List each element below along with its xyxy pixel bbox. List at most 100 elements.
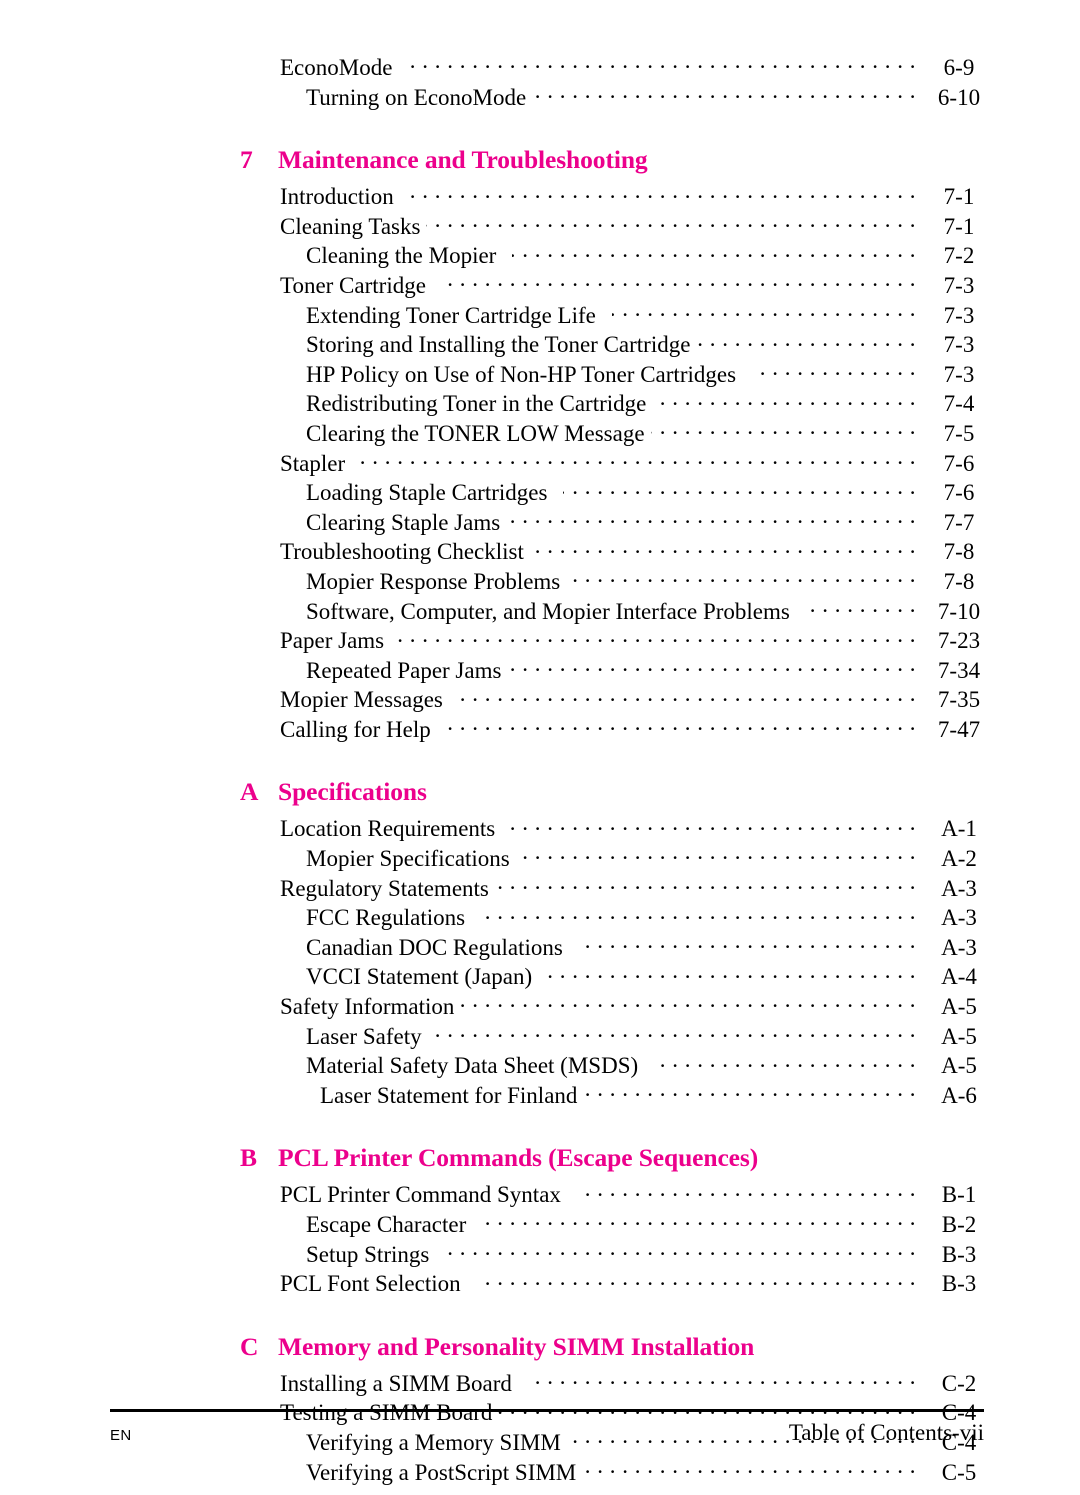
dot-leader: [651, 418, 916, 441]
toc-entry-label: Storing and Installing the Toner Cartrid…: [306, 332, 691, 358]
toc-entry[interactable]: Laser Safety A-5: [240, 1021, 996, 1051]
toc-entry-label: Introduction: [280, 184, 394, 210]
toc-entry[interactable]: PCL Font Selection B-3: [240, 1268, 996, 1298]
chapter-number: 7: [240, 145, 253, 175]
toc-entry[interactable]: Clearing the TONER LOW Message 7-5: [240, 418, 996, 448]
toc-entry-label: Turning on EconoMode: [306, 84, 527, 110]
toc-entry-label: Verifying a PostScript SIMM: [306, 1459, 577, 1485]
dot-leader: [426, 211, 916, 234]
toc-entry[interactable]: Stapler 7-6: [240, 448, 996, 478]
toc-entry-label: Clearing Staple Jams: [306, 509, 501, 535]
toc-chapter-heading[interactable]: C Memory and Personality SIMM Installatio…: [240, 1332, 996, 1362]
toc-entry[interactable]: VCCI Statement (Japan) A-4: [240, 961, 996, 991]
toc-entry-page-number: 7-35: [937, 687, 981, 713]
toc-entry[interactable]: HP Policy on Use of Non-HP Toner Cartrid…: [240, 359, 996, 389]
toc-entry-page-number: B-3: [941, 1271, 977, 1297]
toc-entry-page-number: 7-6: [943, 480, 975, 506]
toc-entry[interactable]: Safety Information A-5: [240, 991, 996, 1021]
toc-entry-label: Location Requirements: [280, 816, 496, 842]
toc-entry[interactable]: Troubleshooting Checklist 7-8: [240, 536, 996, 566]
toc-entry[interactable]: Loading Staple Cartridges 7-6: [240, 477, 996, 507]
toc-entry[interactable]: Canadian DOC Regulations A-3: [240, 932, 996, 962]
toc-entry-label: Clearing the TONER LOW Message: [306, 420, 645, 446]
toc-entry[interactable]: Location Requirements A-1: [240, 813, 996, 843]
chapter-title: PCL Printer Commands (Escape Sequences): [278, 1143, 759, 1173]
toc-chapter-heading[interactable]: A Specifications: [240, 777, 996, 807]
toc-entry-page-number: 7-23: [937, 628, 981, 654]
toc-entry[interactable]: Setup Strings B-3: [240, 1239, 996, 1269]
toc-entry[interactable]: Extending Toner Cartridge Life 7-3: [240, 300, 996, 330]
dot-leader: [516, 843, 916, 866]
toc-entry[interactable]: Introduction 7-1: [240, 181, 996, 211]
toc-entry-page-number: 7-8: [943, 568, 975, 594]
toc-entry-label: Loading Staple Cartridges: [306, 480, 548, 506]
toc-entry[interactable]: Material Safety Data Sheet (MSDS) A-5: [240, 1050, 996, 1080]
toc-entry[interactable]: Software, Computer, and Mopier Interface…: [240, 596, 996, 626]
dot-leader: [482, 1209, 916, 1232]
dot-leader: [390, 625, 916, 648]
toc-entry[interactable]: Mopier Specifications A-2: [240, 843, 996, 873]
toc-chapter-heading[interactable]: B PCL Printer Commands (Escape Sequences): [240, 1143, 996, 1173]
toc-entry[interactable]: Mopier Messages 7-35: [240, 684, 996, 714]
toc-entry-page-number: 7-1: [943, 184, 975, 210]
dot-leader: [752, 359, 916, 382]
toc-entry[interactable]: Storing and Installing the Toner Cartrid…: [240, 329, 996, 359]
dot-leader: [511, 813, 916, 836]
toc-entry[interactable]: Repeated Paper Jams 7-34: [240, 655, 996, 685]
page-footer: EN Table of Contents-vii: [110, 1420, 984, 1446]
dot-leader: [460, 991, 916, 1014]
chapter-number: C: [240, 1331, 259, 1361]
toc-entry[interactable]: Escape Character B-2: [240, 1209, 996, 1239]
toc-entry[interactable]: Installing a SIMM Board C-2: [240, 1368, 996, 1398]
toc-entry[interactable]: Verifying a PostScript SIMM C-5: [240, 1457, 996, 1487]
toc-entry[interactable]: Calling for Help 7-47: [240, 714, 996, 744]
toc-entry[interactable]: Cleaning Tasks 7-1: [240, 211, 996, 241]
toc-entry-label: VCCI Statement (Japan): [306, 964, 533, 990]
dot-leader: [696, 329, 916, 352]
dot-leader: [582, 1457, 916, 1480]
toc-entry[interactable]: Cleaning the Mopier 7-2: [240, 240, 996, 270]
toc-entry-page-number: 7-3: [943, 332, 975, 358]
toc-entry-label: Material Safety Data Sheet (MSDS): [306, 1053, 639, 1079]
dot-leader: [577, 1179, 916, 1202]
toc-entry-label: Cleaning the Mopier: [306, 243, 497, 269]
toc-entry[interactable]: Mopier Response Problems 7-8: [240, 566, 996, 596]
dot-leader: [477, 1268, 916, 1291]
toc-entry-page-number: 6-10: [937, 84, 981, 110]
dot-leader: [447, 714, 916, 737]
toc-entry[interactable]: EconoMode 6-9: [240, 52, 996, 82]
toc-entry-page-number: 7-47: [937, 716, 981, 742]
toc-entry-page-number: A-5: [941, 994, 977, 1020]
toc-entry[interactable]: Turning on EconoMode 6-10: [240, 82, 996, 112]
toc-entry[interactable]: Paper Jams 7-23: [240, 625, 996, 655]
toc-entry[interactable]: Redistributing Toner in the Cartridge 7-4: [240, 388, 996, 418]
toc-entry[interactable]: Regulatory Statements A-3: [240, 873, 996, 903]
dot-leader: [410, 181, 916, 204]
toc-entry-page-number: A-1: [941, 816, 977, 842]
toc-chapter-heading[interactable]: 7 Maintenance and Troubleshooting: [240, 145, 996, 175]
toc-entry-page-number: A-3: [941, 934, 977, 960]
toc-entry[interactable]: Laser Statement for Finland A-6: [240, 1080, 996, 1110]
dot-leader: [361, 448, 916, 471]
dot-leader: [507, 655, 916, 678]
toc-entry-label: Software, Computer, and Mopier Interface…: [306, 598, 790, 624]
toc-entry-label: Mopier Response Problems: [306, 568, 561, 594]
toc-entry-page-number: 7-7: [943, 509, 975, 535]
toc-entry[interactable]: PCL Printer Command Syntax B-1: [240, 1179, 996, 1209]
toc-entry-label: Stapler: [280, 450, 346, 476]
toc-entry-page-number: 7-3: [943, 361, 975, 387]
toc-entry[interactable]: Toner Cartridge 7-3: [240, 270, 996, 300]
toc-entry-page-number: A-5: [941, 1053, 977, 1079]
dot-leader: [532, 82, 916, 105]
toc-entry-label: EconoMode: [280, 55, 393, 80]
toc-entry-label: HP Policy on Use of Non-HP Toner Cartrid…: [306, 361, 737, 387]
document-page: EconoMode 6-9 Turning on EconoMode 6-10 7 Mai…: [0, 0, 1080, 1495]
toc-entry-page-number: A-2: [941, 846, 977, 872]
dot-leader: [506, 507, 916, 530]
toc-entry-label: PCL Printer Command Syntax: [280, 1182, 561, 1208]
toc-entry-page-number: B-1: [941, 1182, 977, 1208]
toc-entry-page-number: A-6: [941, 1082, 977, 1108]
toc-entry[interactable]: FCC Regulations A-3: [240, 902, 996, 932]
toc-entry[interactable]: Clearing Staple Jams 7-7: [240, 507, 996, 537]
toc-entry-label: Canadian DOC Regulations: [306, 934, 563, 960]
